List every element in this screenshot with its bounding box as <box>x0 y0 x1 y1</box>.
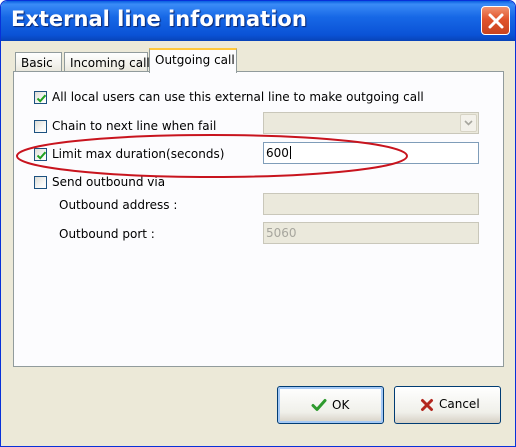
send-outbound-label: Send outbound via <box>52 175 166 189</box>
outbound-port-label: Outbound port : <box>59 227 155 241</box>
text-caret <box>289 146 291 159</box>
limit-duration-label: Limit max duration(seconds) <box>52 147 225 161</box>
close-icon <box>488 13 504 29</box>
chain-next-line-label: Chain to next line when fail <box>52 119 217 133</box>
limit-duration-input[interactable]: 600 <box>263 142 479 164</box>
window-title: External line information <box>11 7 307 31</box>
cancel-button-label: Cancel <box>439 397 480 411</box>
dialog-body: Basic Incoming call Outgoing call All lo… <box>4 41 512 445</box>
close-button[interactable] <box>481 6 510 35</box>
tab-incoming-call[interactable]: Incoming call <box>64 52 150 72</box>
send-outbound-checkbox[interactable] <box>34 176 47 189</box>
checkmark-icon <box>311 399 327 411</box>
chain-next-line-checkbox[interactable] <box>34 120 47 133</box>
tab-basic-label: Basic <box>21 56 53 70</box>
all-local-users-checkbox[interactable] <box>34 91 47 104</box>
tab-basic[interactable]: Basic <box>15 52 62 72</box>
outgoing-call-panel: All local users can use this external li… <box>13 71 504 367</box>
ok-button-label: OK <box>332 398 350 412</box>
all-local-users-label: All local users can use this external li… <box>52 90 424 104</box>
title-bar[interactable]: External line information <box>1 1 515 41</box>
checkmark-icon <box>36 151 47 160</box>
tab-outgoing-call-label: Outgoing call <box>155 53 235 67</box>
dropdown-arrow[interactable] <box>460 114 477 132</box>
outbound-address-label: Outbound address : <box>59 198 178 212</box>
chain-next-line-select[interactable] <box>263 112 479 134</box>
chevron-down-icon <box>464 120 473 126</box>
cancel-button[interactable]: Cancel <box>394 386 501 424</box>
dialog-window: External line information Basic Incoming… <box>0 0 516 447</box>
outbound-port-value: 5060 <box>266 226 297 240</box>
tab-incoming-call-label: Incoming call <box>70 56 150 70</box>
outbound-port-input[interactable]: 5060 <box>263 222 479 244</box>
limit-duration-checkbox[interactable] <box>34 148 47 161</box>
cancel-x-icon <box>421 399 433 411</box>
outbound-address-input[interactable] <box>263 193 479 215</box>
ok-button[interactable]: OK <box>277 386 384 424</box>
checkmark-icon <box>36 94 47 103</box>
limit-duration-value: 600 <box>266 146 289 160</box>
tab-outgoing-call[interactable]: Outgoing call <box>149 48 237 73</box>
